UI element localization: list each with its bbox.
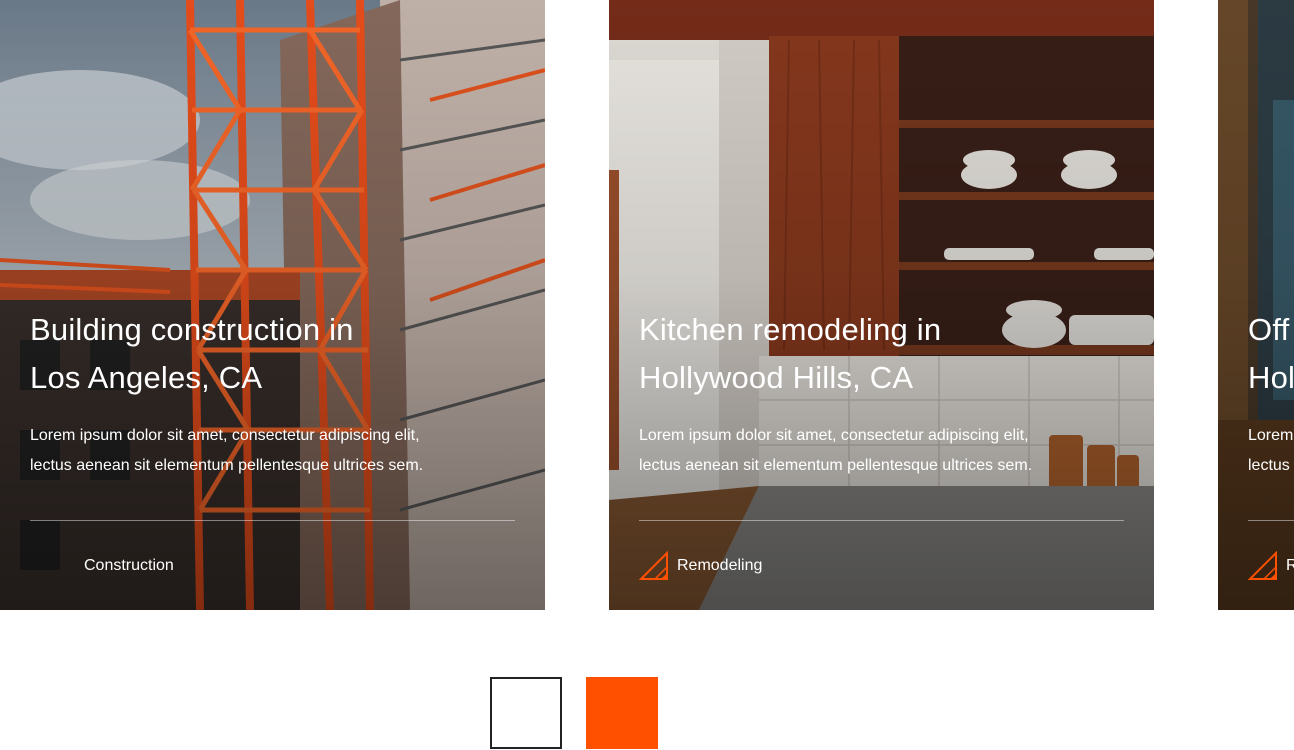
project-description-line: Lorem ipsum dolor sit amet, consectetur … bbox=[30, 427, 420, 444]
project-category[interactable]: Construction bbox=[30, 550, 174, 582]
project-title[interactable]: Kitchen remodeling in Hollywood Hills, C… bbox=[639, 306, 1124, 402]
project-description: Lorem lectus bbox=[1248, 421, 1294, 481]
project-description-line: Lorem bbox=[1248, 427, 1294, 444]
previous-slide-button[interactable] bbox=[490, 677, 562, 749]
project-title-line: Hollywood Hills, CA bbox=[639, 360, 914, 395]
project-description: Lorem ipsum dolor sit amet, consectetur … bbox=[30, 421, 515, 481]
triangle-ruler-icon bbox=[1248, 551, 1278, 581]
project-title-line: Off bbox=[1248, 312, 1290, 347]
projects-carousel: Building construction in Los Angeles, CA… bbox=[0, 0, 1294, 610]
project-card-construction[interactable]: Building construction in Los Angeles, CA… bbox=[0, 0, 545, 610]
card-divider bbox=[1248, 520, 1294, 521]
triangle-ruler-icon bbox=[639, 551, 669, 581]
next-slide-button[interactable] bbox=[586, 677, 658, 749]
project-category-label: Remodeling bbox=[677, 557, 763, 574]
project-card-kitchen[interactable]: Kitchen remodeling in Hollywood Hills, C… bbox=[609, 0, 1154, 610]
project-category[interactable]: R bbox=[1248, 550, 1294, 582]
card-divider bbox=[30, 520, 515, 521]
project-title-line: Los Angeles, CA bbox=[30, 360, 263, 395]
photo-overlay bbox=[609, 0, 1154, 610]
project-card-office[interactable]: Off Hol Lorem lectus R bbox=[1218, 0, 1294, 610]
project-description-line: lectus aenean sit elementum pellentesque… bbox=[639, 457, 1033, 474]
photo-overlay bbox=[0, 0, 545, 610]
project-card-body: Kitchen remodeling in Hollywood Hills, C… bbox=[639, 306, 1124, 481]
project-title-line: Kitchen remodeling in bbox=[639, 312, 942, 347]
project-title-line: Building construction in bbox=[30, 312, 354, 347]
project-description: Lorem ipsum dolor sit amet, consectetur … bbox=[639, 421, 1124, 481]
project-description-line: lectus bbox=[1248, 457, 1290, 474]
carousel-pager bbox=[490, 677, 658, 749]
project-card-body: Building construction in Los Angeles, CA… bbox=[30, 306, 515, 481]
project-card-body: Off Hol Lorem lectus bbox=[1248, 306, 1294, 481]
project-description-line: Lorem ipsum dolor sit amet, consectetur … bbox=[639, 427, 1029, 444]
project-title-line: Hol bbox=[1248, 360, 1294, 395]
project-title[interactable]: Building construction in Los Angeles, CA bbox=[30, 306, 515, 402]
project-title[interactable]: Off Hol bbox=[1248, 306, 1294, 402]
project-category-label: R bbox=[1286, 557, 1294, 574]
project-category-label: Construction bbox=[84, 557, 174, 574]
project-category[interactable]: Remodeling bbox=[639, 550, 762, 582]
card-divider bbox=[639, 520, 1124, 521]
project-description-line: lectus aenean sit elementum pellentesque… bbox=[30, 457, 424, 474]
photo-overlay bbox=[1218, 0, 1294, 610]
